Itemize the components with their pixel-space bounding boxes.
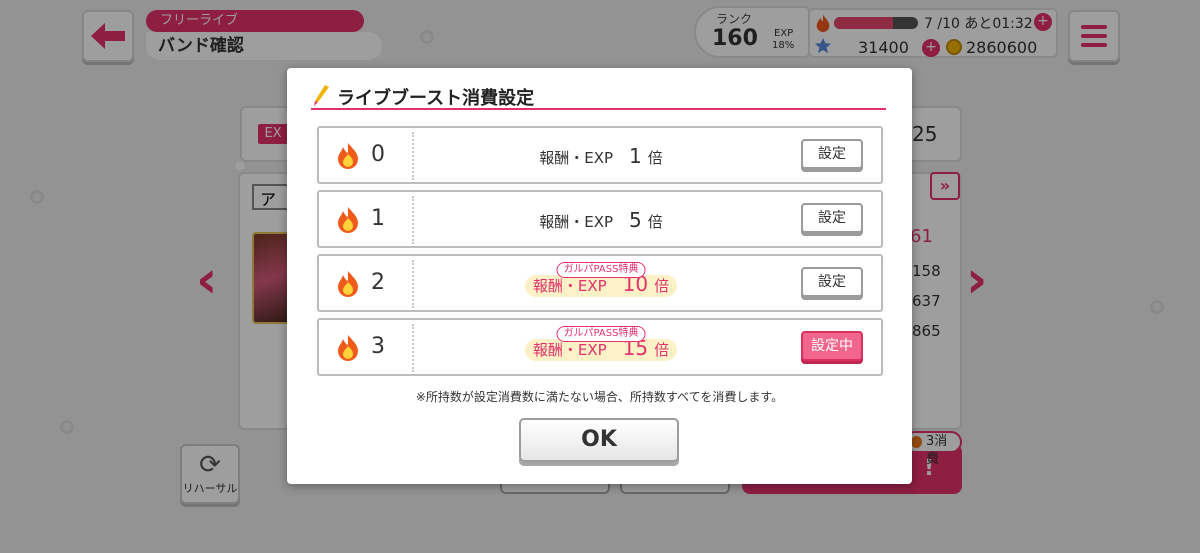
boost-count: 0 (371, 142, 385, 167)
multiplier-suffix: 倍 (654, 341, 670, 359)
reward-multiplier-text: 報酬・EXP 5 倍 (539, 208, 663, 232)
reward-multiplier: ガルパPASS特典 報酬・EXP 15 倍 (415, 326, 787, 362)
set-button[interactable]: 設定 (801, 203, 863, 233)
pen-icon (314, 85, 329, 106)
reward-multiplier: 報酬・EXP 5 倍 (415, 206, 787, 234)
dialog-title: ライブブースト消費設定 (337, 88, 535, 109)
multiplier-suffix: 倍 (654, 277, 670, 295)
dialog-header: ライブブースト消費設定 (311, 82, 886, 110)
reward-label: 報酬・EXP (532, 277, 607, 295)
ok-button[interactable]: OK (519, 418, 679, 462)
consumption-notice: ※所持数が設定消費数に満たない場合、所持数すべてを消費します。 (415, 390, 784, 404)
reward-label: 報酬・EXP (532, 341, 607, 359)
reward-multiplier-text: 報酬・EXP 10 倍 (524, 272, 678, 297)
multiplier-value: 1 (629, 144, 642, 168)
boost-settings-dialog: ライブブースト消費設定 0 報酬・EXP 1 倍設定 1 報酬・EXP 5 倍設定 2 ガルパPA… (287, 68, 912, 484)
boost-count: 2 (371, 270, 385, 295)
multiplier-value: 5 (629, 208, 642, 232)
row-divider (412, 132, 414, 180)
set-button[interactable]: 設定 (801, 267, 863, 297)
reward-label: 報酬・EXP (539, 213, 614, 231)
multiplier-suffix: 倍 (647, 213, 663, 231)
flame-icon (338, 335, 358, 361)
set-button[interactable]: 設定 (801, 139, 863, 169)
reward-multiplier-text: 報酬・EXP 15 倍 (524, 336, 678, 361)
multiplier-suffix: 倍 (647, 149, 663, 167)
boost-option-row: 1 報酬・EXP 5 倍 設定 (317, 190, 883, 248)
boost-count: 3 (371, 334, 385, 359)
pass-bonus-tag: ガルパPASS特典 (556, 262, 646, 278)
boost-option-row: 2 ガルパPASS特典 報酬・EXP 10 倍設定 (317, 254, 883, 312)
boost-option-row: 0 報酬・EXP 1 倍 設定 (317, 126, 883, 184)
reward-multiplier-text: 報酬・EXP 1 倍 (539, 144, 663, 168)
pass-bonus-tag: ガルパPASS特典 (556, 326, 646, 342)
reward-multiplier: ガルパPASS特典 報酬・EXP 10 倍 (415, 262, 787, 298)
boost-option-row: 3 ガルパPASS特典 報酬・EXP 15 倍設定中 (317, 318, 883, 376)
flame-icon (338, 271, 358, 297)
reward-multiplier: 報酬・EXP 1 倍 (415, 142, 787, 170)
reward-label: 報酬・EXP (539, 149, 614, 167)
row-divider (412, 260, 414, 308)
row-divider (412, 324, 414, 372)
row-divider (412, 196, 414, 244)
flame-icon (338, 207, 358, 233)
set-button-active[interactable]: 設定中 (801, 331, 863, 361)
boost-count: 1 (371, 206, 385, 231)
flame-icon (338, 143, 358, 169)
